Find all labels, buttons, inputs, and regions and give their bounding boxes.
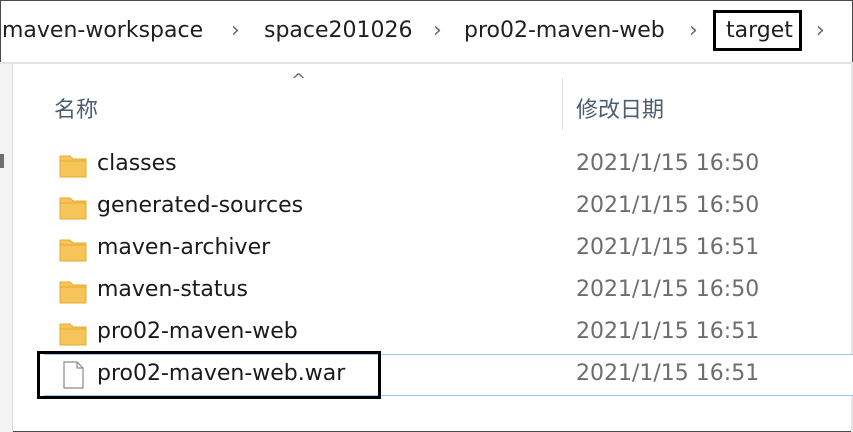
folder-icon <box>59 197 87 220</box>
file-date: 2021/1/15 16:50 <box>576 193 760 218</box>
folder-icon <box>59 281 87 304</box>
pane-marker <box>0 154 4 168</box>
breadcrumb-item-pro02-maven-web[interactable]: pro02-maven-web <box>464 17 665 45</box>
file-name: maven-archiver <box>97 235 271 260</box>
file-date: 2021/1/15 16:51 <box>576 235 760 260</box>
breadcrumb-item-space201026[interactable]: space201026 <box>264 17 413 45</box>
folder-icon <box>59 323 87 346</box>
breadcrumb-separator[interactable]: › <box>433 17 442 45</box>
file-date: 2021/1/15 16:50 <box>576 277 760 302</box>
breadcrumb-separator[interactable]: › <box>689 17 698 45</box>
file-date: 2021/1/15 16:50 <box>576 151 760 176</box>
file-name: classes <box>97 151 177 176</box>
breadcrumb-item-maven-workspace[interactable]: maven-workspace <box>2 17 203 45</box>
breadcrumb: maven-workspace › space201026 › pro02-ma… <box>0 0 853 62</box>
list-item[interactable]: generated-sources 2021/1/15 16:50 <box>44 187 853 227</box>
file-name: pro02-maven-web <box>97 319 298 344</box>
list-item[interactable]: maven-archiver 2021/1/15 16:51 <box>44 229 853 269</box>
file-date: 2021/1/15 16:51 <box>576 361 760 386</box>
file-date: 2021/1/15 16:51 <box>576 319 760 344</box>
list-item[interactable]: classes 2021/1/15 16:50 <box>44 145 853 185</box>
breadcrumb-separator[interactable]: › <box>231 17 240 45</box>
sort-ascending-icon: ^ <box>291 70 307 91</box>
column-divider[interactable] <box>562 78 563 130</box>
highlight-box-war-file <box>37 351 381 399</box>
column-header-name[interactable]: 名称 <box>54 92 98 124</box>
file-name: generated-sources <box>97 193 304 218</box>
column-header <box>12 64 853 134</box>
file-name: maven-status <box>97 277 248 302</box>
folder-icon <box>59 155 87 178</box>
column-header-date-modified[interactable]: 修改日期 <box>576 92 664 124</box>
folder-icon <box>59 239 87 262</box>
breadcrumb-trailing-chevron[interactable]: › <box>816 17 825 45</box>
list-item[interactable]: pro02-maven-web 2021/1/15 16:51 <box>44 313 853 353</box>
list-item[interactable]: maven-status 2021/1/15 16:50 <box>44 271 853 311</box>
highlight-box-target <box>713 10 802 51</box>
